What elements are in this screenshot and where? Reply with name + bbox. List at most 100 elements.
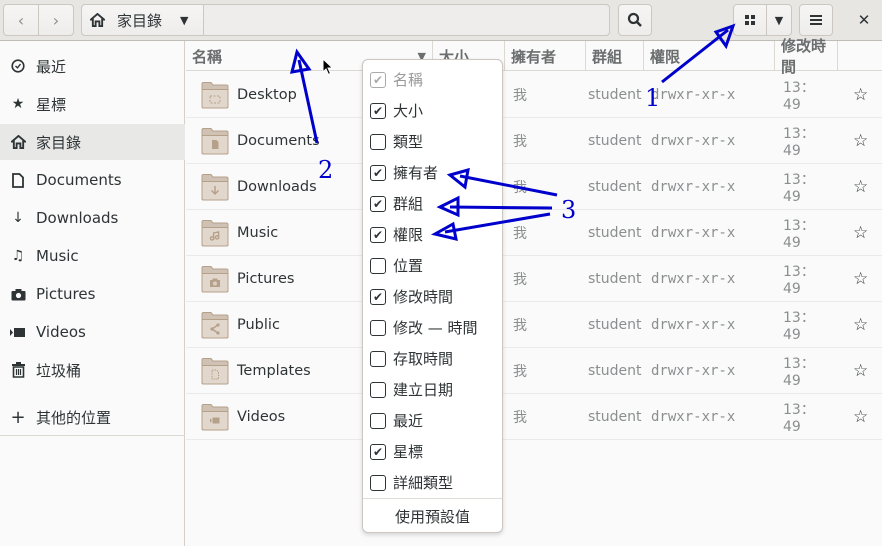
file-permissions: drwxr-xr-x: [651, 317, 736, 333]
sidebar-item-music[interactable]: ♫ Music: [0, 238, 185, 274]
file-owner: 我: [513, 134, 527, 150]
column-option-item[interactable]: ✔ 星標: [363, 436, 504, 467]
column-option-item[interactable]: 建立日期: [363, 374, 504, 405]
view-options-button[interactable]: ▼: [767, 5, 791, 35]
checkbox-checked-icon[interactable]: ✔: [370, 195, 386, 212]
checkbox-checked-icon[interactable]: ✔: [370, 226, 386, 243]
column-option-item[interactable]: ✔ 大小: [363, 95, 504, 126]
file-group: student: [588, 87, 642, 103]
back-button[interactable]: ‹: [4, 5, 38, 35]
desktop-folder-icon: [201, 82, 229, 109]
star-toggle-icon[interactable]: ☆: [853, 164, 868, 210]
chevron-left-icon: ‹: [17, 10, 25, 30]
forward-button[interactable]: ›: [38, 5, 73, 35]
sidebar-item-videos[interactable]: Videos: [0, 314, 185, 350]
file-row[interactable]: Documents 我 student drwxr-xr-x 13：49 ☆: [186, 118, 882, 164]
file-owner: 我: [513, 272, 527, 288]
file-row[interactable]: Music 我 student drwxr-xr-x 13：49 ☆: [186, 210, 882, 256]
column-option-item[interactable]: 最近: [363, 405, 504, 436]
file-name: Downloads: [237, 179, 317, 195]
star-toggle-icon[interactable]: ☆: [853, 118, 868, 164]
sidebar-item-recent[interactable]: 最近: [0, 48, 185, 84]
file-modified-time: 13：49: [783, 264, 815, 297]
column-option-item[interactable]: 類型: [363, 126, 504, 157]
column-option-item[interactable]: 修改 — 時間: [363, 312, 504, 343]
document-icon: [0, 172, 36, 188]
column-header-permissions[interactable]: 權限: [644, 41, 775, 71]
file-modified-time: 13：49: [783, 310, 815, 343]
checkbox-checked-icon: ✔: [370, 71, 386, 88]
music-note-icon: ♫: [11, 248, 25, 264]
home-icon: [0, 135, 36, 149]
sidebar-item-label: Videos: [36, 323, 86, 341]
checkbox-checked-icon[interactable]: ✔: [370, 443, 386, 460]
file-group: student: [588, 363, 642, 379]
checkbox-checked-icon[interactable]: ✔: [370, 164, 386, 181]
search-button[interactable]: [618, 4, 652, 36]
checkbox-checked-icon[interactable]: ✔: [370, 102, 386, 119]
column-option-label: 修改 — 時間: [393, 319, 478, 337]
star-icon: ★: [11, 96, 25, 112]
file-row[interactable]: Templates 我 student drwxr-xr-x 13：49 ☆: [186, 348, 882, 394]
star-toggle-icon[interactable]: ☆: [853, 348, 868, 394]
checkbox-unchecked-icon[interactable]: [370, 381, 386, 398]
column-header-row: 名稱 ▼ 大小 擁有者 群組 權限 修改時間: [186, 37, 882, 76]
column-header-modified[interactable]: 修改時間: [775, 37, 838, 76]
star-toggle-icon[interactable]: ☆: [853, 394, 868, 440]
sidebar-item-trash[interactable]: 垃圾桶: [0, 352, 185, 388]
sidebar-item-starred[interactable]: ★ 星標: [0, 86, 185, 122]
file-row[interactable]: Pictures 我 student drwxr-xr-x 13：49 ☆: [186, 256, 882, 302]
sidebar-item-documents[interactable]: Documents: [0, 162, 185, 198]
checkbox-unchecked-icon[interactable]: [370, 350, 386, 367]
annotation-label-3: 3: [561, 196, 577, 224]
chevron-right-icon: ›: [52, 10, 60, 30]
file-name: Pictures: [237, 271, 295, 287]
star-toggle-icon[interactable]: ☆: [853, 302, 868, 348]
file-permissions: drwxr-xr-x: [651, 133, 736, 149]
column-option-item[interactable]: 詳細類型: [363, 467, 504, 498]
checkbox-unchecked-icon[interactable]: [370, 257, 386, 274]
column-option-label: 群組: [393, 195, 424, 213]
download-arrow-icon: ↓: [12, 210, 24, 226]
file-row[interactable]: Downloads 我 student drwxr-xr-x 13：49 ☆: [186, 164, 882, 210]
file-manager-window: ‹ › 家目錄 ▼ ▼ ✕ 最近 ★ 星標 家目錄 Documents ↓ Do…: [0, 0, 882, 546]
file-row[interactable]: Videos 我 student drwxr-xr-x 13：49 ☆: [186, 394, 882, 440]
annotation-label-1: 1: [645, 84, 661, 112]
sidebar-item-home[interactable]: 家目錄: [0, 124, 185, 160]
sidebar-item-label: 最近: [36, 57, 67, 76]
grid-view-button[interactable]: [734, 5, 767, 35]
path-home-label: 家目錄: [117, 11, 163, 30]
checkbox-unchecked-icon[interactable]: [370, 474, 386, 491]
path-home-button[interactable]: 家目錄 ▼: [82, 5, 204, 35]
file-modified-time: 13：49: [783, 356, 815, 389]
file-permissions: drwxr-xr-x: [651, 271, 736, 287]
sidebar-item-other-locations[interactable]: + 其他的位置: [0, 399, 185, 435]
file-row[interactable]: Desktop 我 student drwxr-xr-x 13：49 ☆: [186, 72, 882, 118]
column-option-item[interactable]: ✔ 擁有者: [363, 157, 504, 188]
column-option-item[interactable]: ✔ 權限: [363, 219, 504, 250]
camera-icon: [0, 288, 36, 301]
star-toggle-icon[interactable]: ☆: [853, 256, 868, 302]
sidebar-item-pictures[interactable]: Pictures: [0, 276, 185, 312]
reset-to-default-button[interactable]: 使用預設值: [363, 500, 502, 532]
star-toggle-icon[interactable]: ☆: [853, 210, 868, 256]
sidebar-item-downloads[interactable]: ↓ Downloads: [0, 200, 185, 236]
checkbox-checked-icon[interactable]: ✔: [370, 288, 386, 305]
column-option-item[interactable]: 存取時間: [363, 343, 504, 374]
star-toggle-icon[interactable]: ☆: [853, 72, 868, 118]
column-option-item[interactable]: 位置: [363, 250, 504, 281]
header-bar: ‹ › 家目錄 ▼ ▼ ✕: [0, 0, 882, 41]
file-row[interactable]: Public 我 student drwxr-xr-x 13：49 ☆: [186, 302, 882, 348]
main-menu-button[interactable]: [799, 4, 833, 36]
column-header-group[interactable]: 群組: [586, 41, 644, 71]
clock-icon: [0, 59, 36, 73]
file-group: student: [588, 317, 642, 333]
checkbox-unchecked-icon[interactable]: [370, 319, 386, 336]
column-option-item[interactable]: ✔ 修改時間: [363, 281, 504, 312]
checkbox-unchecked-icon[interactable]: [370, 412, 386, 429]
column-option-item[interactable]: ✔ 群組: [363, 188, 504, 219]
file-name: Desktop: [237, 87, 297, 103]
column-header-owner[interactable]: 擁有者: [505, 41, 586, 71]
checkbox-unchecked-icon[interactable]: [370, 133, 386, 150]
close-window-button[interactable]: ✕: [848, 4, 880, 36]
